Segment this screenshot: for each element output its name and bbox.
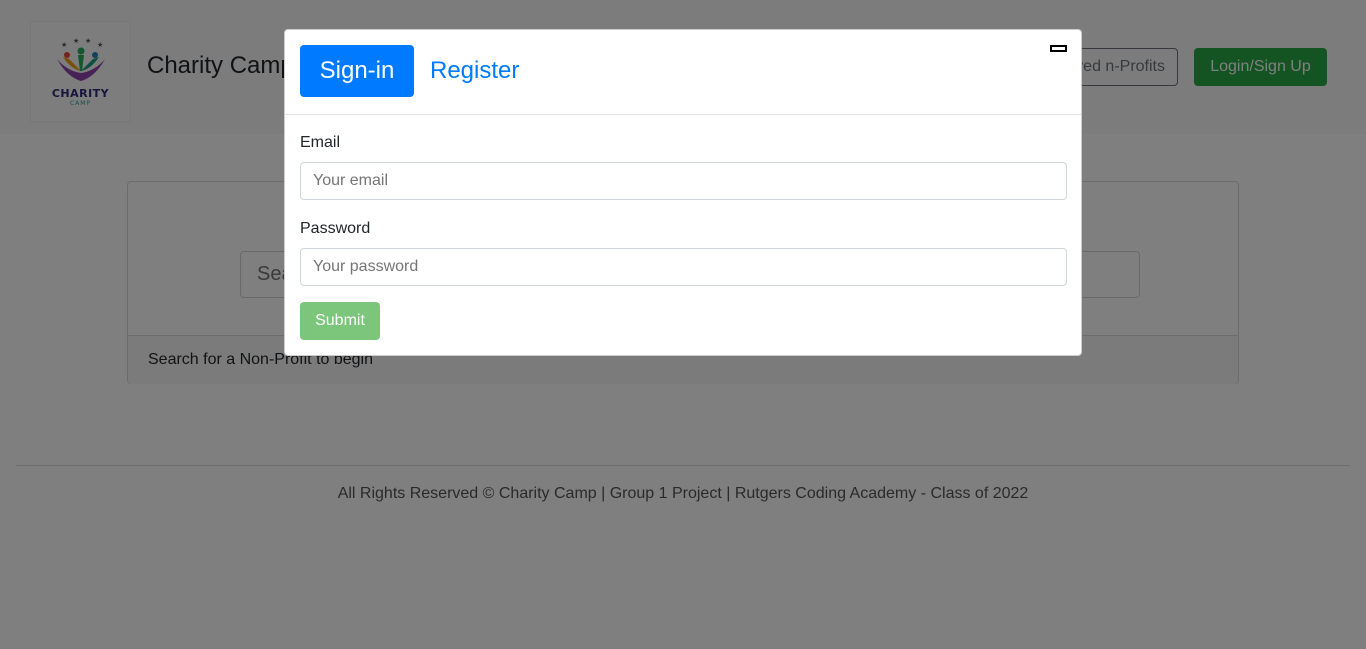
- password-label: Password: [300, 220, 371, 237]
- submit-button[interactable]: Submit: [300, 302, 380, 340]
- tab-signin[interactable]: Sign-in: [300, 45, 414, 97]
- signin-modal: Sign-in Register Email Password Submit: [284, 29, 1082, 356]
- tab-register[interactable]: Register: [430, 45, 519, 97]
- close-modal-icon[interactable]: [1050, 45, 1067, 52]
- modal-header: Sign-in Register: [285, 30, 1081, 115]
- email-label: Email: [300, 134, 341, 151]
- email-field[interactable]: [300, 162, 1067, 200]
- password-field[interactable]: [300, 248, 1067, 286]
